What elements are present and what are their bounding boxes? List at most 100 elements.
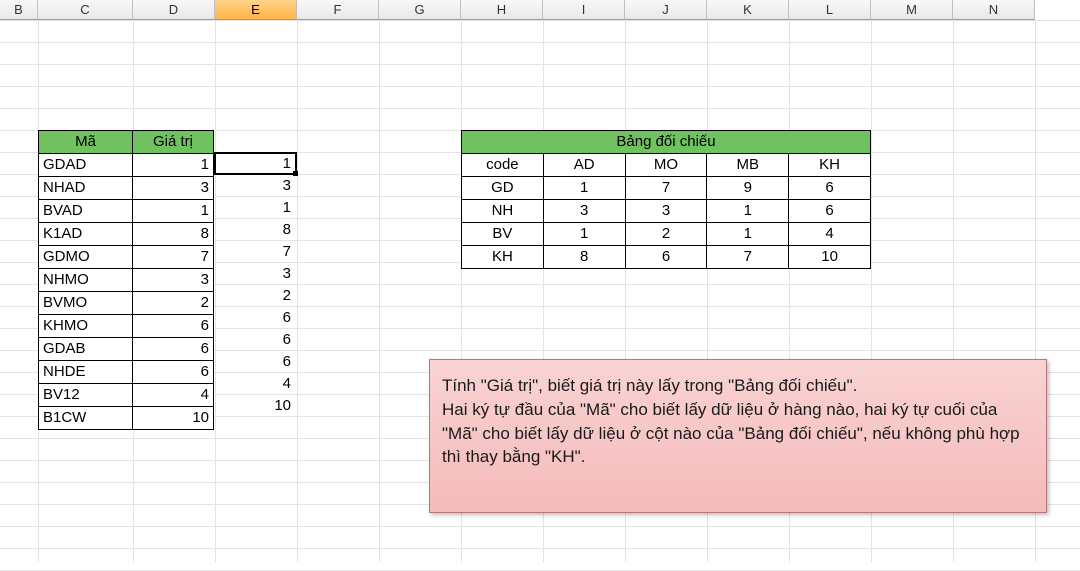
- column-header-N[interactable]: N: [953, 0, 1035, 20]
- cell[interactable]: 1: [543, 223, 625, 246]
- cell-giatri[interactable]: 3: [133, 177, 214, 200]
- cell-extra[interactable]: 8: [215, 219, 297, 241]
- table-row[interactable]: BVMO2: [39, 292, 214, 315]
- instruction-callout: Tính "Giá trị", biết giá trị này lấy tro…: [429, 359, 1047, 513]
- table-row[interactable]: NHMO3: [39, 269, 214, 292]
- column-header-B[interactable]: B: [0, 0, 38, 20]
- cell-extra[interactable]: 6: [215, 351, 297, 373]
- cell-ma[interactable]: GDAD: [39, 154, 133, 177]
- column-header-H[interactable]: H: [461, 0, 543, 20]
- table-row[interactable]: GDAB6: [39, 338, 214, 361]
- table2-col-AD[interactable]: AD: [543, 154, 625, 177]
- column-header-I[interactable]: I: [543, 0, 625, 20]
- cell-giatri[interactable]: 6: [133, 315, 214, 338]
- table-row[interactable]: BVAD1: [39, 200, 214, 223]
- cell-giatri[interactable]: 6: [133, 361, 214, 384]
- cell[interactable]: 7: [707, 246, 789, 269]
- cell-ma[interactable]: B1CW: [39, 407, 133, 430]
- callout-line1: Tính "Giá trị", biết giá trị này lấy tro…: [442, 376, 857, 395]
- column-header-F[interactable]: F: [297, 0, 379, 20]
- cell[interactable]: 3: [543, 200, 625, 223]
- table-row[interactable]: GDMO7: [39, 246, 214, 269]
- cell-ma[interactable]: NHDE: [39, 361, 133, 384]
- cell-giatri[interactable]: 7: [133, 246, 214, 269]
- table-row[interactable]: NH3316: [462, 200, 871, 223]
- table-row[interactable]: B1CW10: [39, 407, 214, 430]
- table2-col-MB[interactable]: MB: [707, 154, 789, 177]
- table1-header-ma: Mã: [39, 131, 133, 154]
- cell[interactable]: 7: [625, 177, 707, 200]
- column-header-L[interactable]: L: [789, 0, 871, 20]
- cell[interactable]: NH: [462, 200, 544, 223]
- table-row[interactable]: NHAD3: [39, 177, 214, 200]
- cell[interactable]: 1: [707, 223, 789, 246]
- cell-extra[interactable]: 7: [215, 241, 297, 263]
- column-header-row: BCDEFGHIJKLMN: [0, 0, 1035, 20]
- column-header-G[interactable]: G: [379, 0, 461, 20]
- cell-extra[interactable]: 6: [215, 329, 297, 351]
- cell-ma[interactable]: NHAD: [39, 177, 133, 200]
- cell-extra[interactable]: 3: [215, 263, 297, 285]
- table2-col-code[interactable]: code: [462, 154, 544, 177]
- cell-ma[interactable]: BV12: [39, 384, 133, 407]
- cell[interactable]: 9: [707, 177, 789, 200]
- cell-giatri[interactable]: 4: [133, 384, 214, 407]
- cell-extra[interactable]: 1: [215, 197, 297, 219]
- cell[interactable]: GD: [462, 177, 544, 200]
- cell[interactable]: KH: [462, 246, 544, 269]
- table2-col-MO[interactable]: MO: [625, 154, 707, 177]
- cell-ma[interactable]: NHMO: [39, 269, 133, 292]
- table1-extra-column: 1318732666410: [215, 153, 297, 417]
- column-header-J[interactable]: J: [625, 0, 707, 20]
- cell[interactable]: 2: [625, 223, 707, 246]
- column-header-M[interactable]: M: [871, 0, 953, 20]
- column-header-E[interactable]: E: [215, 0, 297, 20]
- cell-giatri[interactable]: 1: [133, 154, 214, 177]
- cell[interactable]: 4: [789, 223, 871, 246]
- cell-ma[interactable]: BVMO: [39, 292, 133, 315]
- column-header-C[interactable]: C: [38, 0, 133, 20]
- cell[interactable]: 6: [789, 177, 871, 200]
- cell-ma[interactable]: BVAD: [39, 200, 133, 223]
- cell-giatri[interactable]: 3: [133, 269, 214, 292]
- table2-title: Bảng đối chiếu: [462, 131, 871, 154]
- cell-ma[interactable]: K1AD: [39, 223, 133, 246]
- cell-giatri[interactable]: 1: [133, 200, 214, 223]
- table-row[interactable]: KH86710: [462, 246, 871, 269]
- column-header-D[interactable]: D: [133, 0, 215, 20]
- cell-extra[interactable]: 2: [215, 285, 297, 307]
- cell[interactable]: BV: [462, 223, 544, 246]
- cell-extra[interactable]: 10: [215, 395, 297, 417]
- table-row[interactable]: GDAD1: [39, 154, 214, 177]
- cell[interactable]: 1: [543, 177, 625, 200]
- cell[interactable]: 6: [789, 200, 871, 223]
- cell[interactable]: 6: [625, 246, 707, 269]
- spreadsheet-grid[interactable]: BCDEFGHIJKLMN Mã Giá trị GDAD1NHAD3BVAD1…: [0, 0, 1080, 562]
- table-row[interactable]: BV124: [39, 384, 214, 407]
- cell-giatri[interactable]: 2: [133, 292, 214, 315]
- table1-header-giatri: Giá trị: [133, 131, 214, 154]
- cell-giatri[interactable]: 10: [133, 407, 214, 430]
- cell-ma[interactable]: KHMO: [39, 315, 133, 338]
- cell[interactable]: 10: [789, 246, 871, 269]
- table-row[interactable]: KHMO6: [39, 315, 214, 338]
- table-row[interactable]: K1AD8: [39, 223, 214, 246]
- cell[interactable]: 8: [543, 246, 625, 269]
- cell[interactable]: 3: [625, 200, 707, 223]
- cell-extra[interactable]: 6: [215, 307, 297, 329]
- table-row[interactable]: GD1796: [462, 177, 871, 200]
- cell-giatri[interactable]: 6: [133, 338, 214, 361]
- cell-giatri[interactable]: 8: [133, 223, 214, 246]
- cell-extra[interactable]: 3: [215, 175, 297, 197]
- cell-ma[interactable]: GDAB: [39, 338, 133, 361]
- table-row[interactable]: BV1214: [462, 223, 871, 246]
- cell-extra[interactable]: 4: [215, 373, 297, 395]
- cell-extra[interactable]: 1: [215, 153, 297, 175]
- table-bang-doi-chieu: Bảng đối chiếu codeADMOMBKH GD1796NH3316…: [461, 130, 871, 269]
- cell-ma[interactable]: GDMO: [39, 246, 133, 269]
- table-row[interactable]: NHDE6: [39, 361, 214, 384]
- table2-col-KH[interactable]: KH: [789, 154, 871, 177]
- table-ma-giatri: Mã Giá trị GDAD1NHAD3BVAD1K1AD8GDMO7NHMO…: [38, 130, 214, 430]
- cell[interactable]: 1: [707, 200, 789, 223]
- column-header-K[interactable]: K: [707, 0, 789, 20]
